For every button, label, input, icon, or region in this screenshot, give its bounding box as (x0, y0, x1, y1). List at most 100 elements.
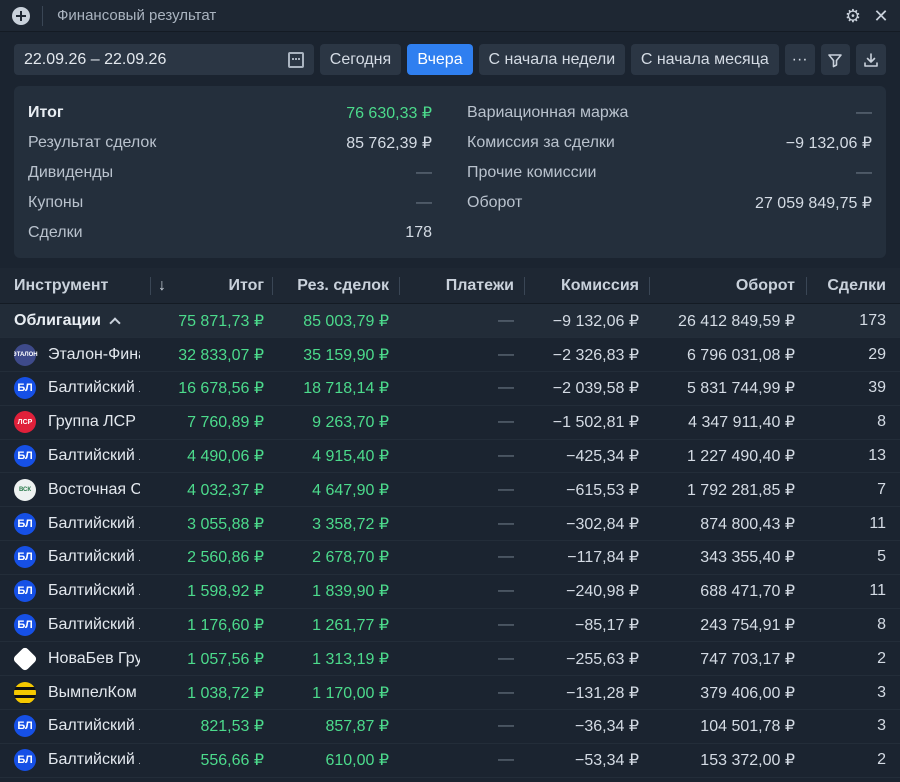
cell-total: 1 176,60 ₽ (187, 616, 264, 634)
group-payments: — (498, 311, 514, 329)
issuer-logo-icon: ЛСР (14, 411, 36, 434)
cell-instrument: БЛ Балтийский лизинг (14, 710, 140, 743)
column-total[interactable]: Итог (180, 268, 264, 304)
cell-commission: −1 502,81 ₽ (552, 414, 639, 432)
cell-deals: 8 (877, 615, 886, 633)
cell-deals: 3 (877, 717, 886, 735)
cell-commission: −425,34 ₽ (566, 447, 639, 465)
calendar-icon[interactable] (287, 51, 304, 68)
table-row[interactable]: ЭТАЛОН Эталон-Финанс 32 833,07 ₽ 35 159,90 … (0, 338, 900, 372)
cell-total: 2 560,86 ₽ (187, 549, 264, 567)
column-deals-result[interactable]: Рез. сделок (280, 268, 389, 304)
column-divider (806, 277, 807, 295)
cell-deals-result: 610,00 ₽ (325, 752, 389, 770)
cell-instrument: БЛ Балтийский лизинг (14, 575, 140, 608)
cell-instrument: БЛ Балтийский лизинг (14, 507, 140, 540)
cell-turnover: 874 800,43 ₽ (700, 515, 795, 533)
group-row-bonds[interactable]: Облигации 75 871,73 ₽ 85 003,79 ₽ — −9 1… (0, 304, 900, 338)
issuer-logo-icon (14, 645, 38, 672)
summary-variation-margin: Вариационная маржа — (467, 104, 872, 121)
cell-turnover: 243 754,91 ₽ (700, 616, 795, 634)
summary-total: Итог 76 630,33 ₽ (28, 104, 432, 122)
table-row[interactable]: БЛ Балтийский лизинг 556,66 ₽ 610,00 ₽ — −53,… (0, 744, 900, 778)
cell-instrument: ВСК Восточная Стивидорная (14, 473, 140, 506)
cell-total: 1 057,56 ₽ (187, 650, 264, 668)
month-start-button[interactable]: С начала месяца (630, 44, 779, 75)
date-range-input[interactable]: 22.09.26 – 22.09.26 (14, 44, 314, 75)
cell-instrument: ЭТАЛОН Эталон-Финанс (14, 338, 140, 371)
close-icon[interactable]: ✕ (872, 7, 890, 25)
cell-commission: −2 039,58 ₽ (552, 380, 639, 398)
cell-total: 821,53 ₽ (200, 718, 264, 736)
group-total: 75 871,73 ₽ (178, 312, 264, 330)
issuer-logo-icon: БЛ (14, 715, 36, 738)
cell-instrument: БЛ Балтийский лизинг (14, 372, 140, 405)
cell-turnover: 104 501,78 ₽ (700, 718, 795, 736)
cell-commission: −255,63 ₽ (566, 650, 639, 668)
cell-turnover: 747 703,17 ₽ (700, 650, 795, 668)
cell-commission: −85,17 ₽ (574, 616, 639, 634)
table-row[interactable]: ЛСР Группа ЛСР 7 760,89 ₽ 9 263,70 ₽ — −1 502… (0, 406, 900, 440)
summary-other-fees: Прочие комиссии — (467, 164, 872, 181)
cell-commission: −615,53 ₽ (566, 481, 639, 499)
issuer-logo-icon: ВСК (14, 478, 36, 501)
cell-deals: 3 (877, 683, 886, 701)
issuer-logo-icon: БЛ (14, 546, 36, 569)
table-row[interactable]: БЛ Балтийский лизинг 821,53 ₽ 857,87 ₽ — −36,… (0, 710, 900, 744)
filter-icon (828, 53, 843, 67)
yesterday-button[interactable]: Вчера (407, 44, 473, 75)
column-deals[interactable]: Сделки (814, 268, 886, 304)
filter-button[interactable] (820, 44, 851, 75)
cell-total: 7 760,89 ₽ (187, 414, 264, 432)
cell-payments: — (498, 649, 514, 667)
cell-payments: — (498, 717, 514, 735)
cell-payments: — (498, 683, 514, 701)
week-start-button[interactable]: С начала недели (478, 44, 625, 75)
table-row[interactable]: БЛ Балтийский лизинг 4 490,06 ₽ 4 915,40 ₽ —… (0, 439, 900, 474)
instrument-name: Балтийский лизинг (48, 548, 140, 566)
cell-instrument: ЛСР Группа ЛСР (14, 406, 140, 439)
window-titlebar: Финансовый результат ⚙ ✕ (0, 0, 900, 32)
summary-commission: Комиссия за сделки −9 132,06 ₽ (467, 134, 872, 152)
cell-deals-result: 3 358,72 ₽ (312, 515, 389, 533)
cell-deals: 13 (868, 446, 886, 464)
cell-instrument: ВымпелКом (14, 676, 140, 709)
chevron-up-icon[interactable] (109, 316, 121, 329)
sort-arrow-icon[interactable]: ↓ (158, 268, 174, 304)
results-table: Инструмент ↓ Итог Рез. сделок Платежи Ко… (0, 268, 900, 782)
gear-icon[interactable]: ⚙ (844, 7, 862, 25)
cell-deals-result: 18 718,14 ₽ (303, 380, 389, 398)
cell-instrument: БЛ Балтийский лизинг (14, 744, 140, 777)
cell-commission: −36,34 ₽ (574, 718, 639, 736)
cell-instrument: БЛ Балтийский лизинг (14, 541, 140, 574)
more-button[interactable]: ··· (784, 44, 815, 75)
cell-total: 4 490,06 ₽ (187, 447, 264, 465)
cell-turnover: 1 792 281,85 ₽ (686, 481, 795, 499)
table-row[interactable]: БЛ Балтийский лизинг 1 598,92 ₽ 1 839,90 ₽ —… (0, 575, 900, 609)
issuer-logo-icon: БЛ (14, 444, 36, 467)
issuer-logo-icon: БЛ (14, 749, 36, 772)
issuer-logo-icon: БЛ (14, 512, 36, 535)
cell-deals-result: 35 159,90 ₽ (303, 346, 389, 364)
column-instrument[interactable]: Инструмент (14, 268, 144, 304)
table-row[interactable]: НоваБев Групп 1 057,56 ₽ 1 313,19 ₽ — −255,6… (0, 642, 900, 677)
table-row[interactable]: БЛ Балтийский лизинг 16 678,56 ₽ 18 718,14 … (0, 372, 900, 406)
summary-deals-count: Сделки 178 (28, 224, 432, 241)
table-row[interactable]: БЛ Балтийский лизинг 2 560,86 ₽ 2 678,70 ₽ —… (0, 541, 900, 575)
column-commission[interactable]: Комиссия (532, 268, 639, 304)
download-button[interactable] (856, 44, 886, 75)
table-row[interactable]: ВымпелКом 1 038,72 ₽ 1 170,00 ₽ — −131,28 ₽ 3… (0, 676, 900, 710)
date-range-value: 22.09.26 – 22.09.26 (24, 50, 167, 68)
table-row[interactable]: БЛ Балтийский лизинг 1 176,60 ₽ 1 261,77 ₽ —… (0, 608, 900, 643)
today-button[interactable]: Сегодня (319, 44, 402, 75)
column-turnover[interactable]: Оборот (657, 268, 795, 304)
column-payments[interactable]: Платежи (407, 268, 514, 304)
cell-deals-result: 9 263,70 ₽ (312, 414, 389, 432)
cell-deals: 11 (869, 582, 886, 600)
add-widget-icon[interactable] (12, 6, 30, 25)
table-row[interactable]: ВСК Восточная Стивидорная 4 032,37 ₽ 4 647,… (0, 473, 900, 508)
instrument-name: Балтийский лизинг (48, 717, 140, 735)
table-row[interactable]: БЛ Балтийский лизинг 3 055,88 ₽ 3 358,72 ₽ —… (0, 507, 900, 541)
cell-deals-result: 1 170,00 ₽ (312, 684, 389, 702)
cell-payments: — (498, 413, 514, 431)
